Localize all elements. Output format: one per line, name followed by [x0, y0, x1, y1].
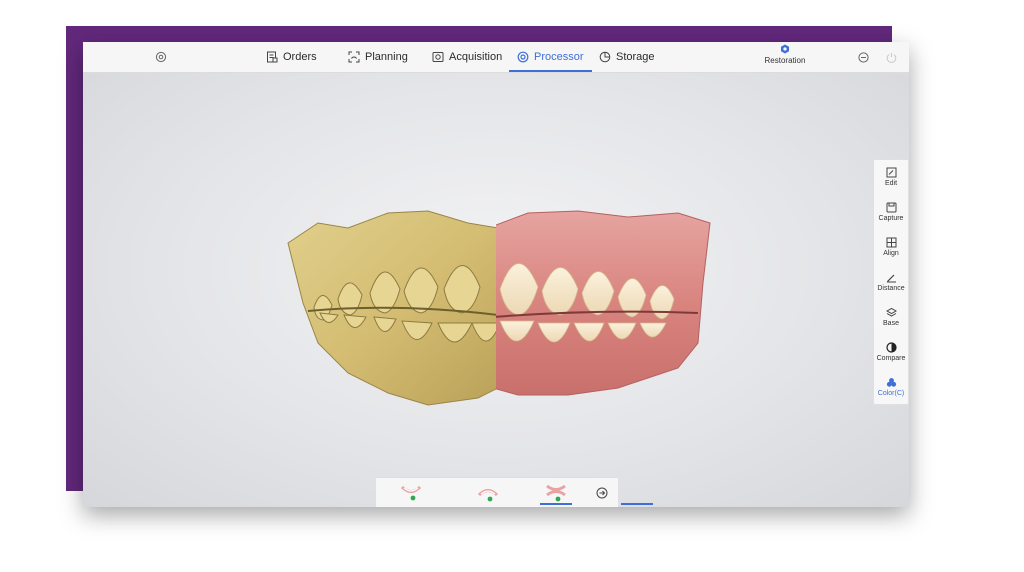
settings-icon[interactable]	[153, 49, 169, 65]
app-window: Orders Planning Acquisition Processor St…	[83, 42, 909, 507]
orders-icon	[267, 51, 278, 63]
edit-icon	[886, 167, 896, 178]
tool-color[interactable]: Color(C)	[874, 371, 908, 403]
planning-icon	[348, 51, 360, 63]
bottom-jaw-toolbar	[376, 477, 653, 507]
tab-storage[interactable]: Storage	[599, 42, 655, 72]
tool-edit[interactable]: Edit	[874, 161, 908, 193]
dental-scan-model	[287, 210, 711, 406]
upper-jaw-icon	[400, 485, 422, 501]
tab-planning-label: Planning	[365, 51, 408, 63]
lower-jaw-button[interactable]	[472, 481, 504, 505]
tab-processor[interactable]: Processor	[509, 42, 592, 72]
restoration-label: Restoration	[764, 56, 806, 65]
tool-base-label: Base	[883, 320, 899, 327]
tool-align[interactable]: Align	[874, 231, 908, 263]
right-tool-panel: Edit Capture Align Distance Base Compare	[873, 159, 909, 405]
tool-capture-label: Capture	[878, 215, 904, 222]
tool-compare-label: Compare	[876, 355, 906, 362]
tab-acquisition-label: Acquisition	[449, 51, 503, 63]
color-icon	[886, 378, 896, 387]
restoration-button[interactable]: Restoration	[759, 44, 811, 72]
acquisition-icon	[432, 52, 444, 62]
processor-icon	[517, 51, 529, 63]
tool-align-label: Align	[883, 250, 899, 257]
tab-orders-label: Orders	[283, 51, 317, 63]
upper-jaw-button[interactable]	[395, 481, 427, 505]
bite-icon	[546, 484, 566, 502]
bite-button[interactable]	[621, 481, 653, 505]
tool-distance[interactable]: Distance	[874, 266, 908, 298]
align-icon	[886, 237, 896, 248]
restoration-icon	[781, 44, 789, 54]
tool-capture[interactable]: Capture	[874, 196, 908, 228]
next-button[interactable]	[590, 481, 614, 505]
tab-acquisition[interactable]: Acquisition	[432, 42, 502, 72]
tool-base[interactable]: Base	[874, 301, 908, 333]
tab-processor-label: Processor	[534, 51, 584, 63]
distance-icon	[886, 274, 896, 283]
top-toolbar: Orders Planning Acquisition Processor St…	[83, 42, 909, 73]
bite-button[interactable]	[540, 481, 572, 505]
tab-planning[interactable]: Planning	[348, 42, 408, 72]
tool-color-label: Color(C)	[877, 390, 905, 397]
tool-compare[interactable]: Compare	[874, 336, 908, 368]
storage-icon	[599, 51, 611, 63]
power-icon[interactable]	[884, 50, 898, 64]
compare-icon	[885, 342, 897, 353]
tool-distance-label: Distance	[877, 285, 905, 292]
lower-jaw-icon	[477, 489, 499, 502]
capture-icon	[886, 202, 896, 213]
tab-orders[interactable]: Orders	[266, 42, 317, 72]
base-icon	[885, 307, 897, 317]
minimize-icon[interactable]	[856, 50, 870, 64]
model-viewport[interactable]: Edit Capture Align Distance Base Compare	[83, 73, 909, 507]
tool-edit-label: Edit	[884, 180, 898, 187]
next-arrow-icon	[596, 487, 608, 499]
tab-storage-label: Storage	[616, 51, 655, 63]
